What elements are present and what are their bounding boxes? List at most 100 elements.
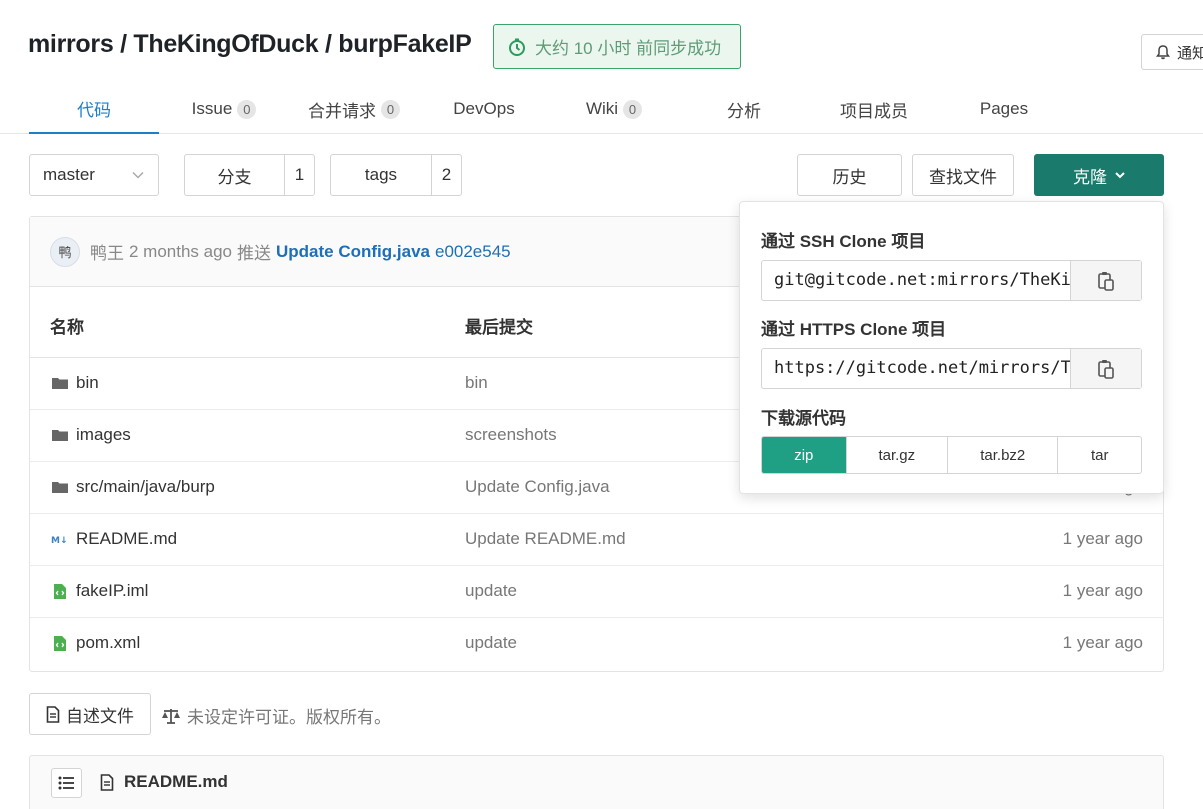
file-commit-message[interactable]: update [465, 633, 517, 653]
file-link[interactable]: fakeIP.iml [50, 581, 148, 601]
download-zip-button[interactable]: zip [762, 437, 847, 473]
https-url-group: https://gitcode.net/mirrors/TheKingOfDuc… [761, 348, 1142, 389]
file-link[interactable]: src/main/java/burp [50, 477, 215, 497]
clone-dropdown: 通过 SSH Clone 项目 git@gitcode.net:mirrors/… [739, 201, 1164, 494]
download-tar-button[interactable]: tar [1058, 437, 1141, 473]
readme-file-title: README.md [100, 772, 228, 792]
commit-message-link[interactable]: Update Config.java [276, 242, 430, 262]
https-clone-title: 通过 HTTPS Clone 项目 [761, 320, 947, 339]
tags-count: 2 [431, 155, 461, 195]
file-commit-time: 1 year ago [1062, 633, 1143, 652]
clone-button[interactable]: 克隆 [1034, 154, 1164, 196]
chevron-down-icon [132, 171, 144, 179]
tags-button[interactable]: tags 2 [330, 154, 462, 196]
tab-wiki[interactable]: Wiki 0 [564, 84, 664, 134]
readme-button-label: 自述文件 [66, 706, 134, 726]
readme-panel: README.md [29, 755, 1164, 809]
tab-label: Issue [191, 99, 233, 118]
branch-select[interactable]: master [29, 154, 159, 196]
file-link[interactable]: bin [50, 373, 99, 393]
tab-label: Pages [979, 99, 1029, 118]
file-commit-time: 1 year ago [1062, 529, 1143, 548]
bell-icon [1156, 45, 1170, 60]
tab-label: Wiki [585, 99, 619, 118]
file-name: src/main/java/burp [76, 477, 215, 496]
markdown-icon: M↓ [50, 530, 70, 548]
table-row[interactable]: fakeIP.iml update 1 year ago [30, 566, 1163, 618]
commit-author[interactable]: 鸭王 [90, 239, 124, 264]
tab-label: 分析 [727, 101, 761, 121]
license-info: 未设定许可证。版权所有。 [161, 703, 391, 728]
download-tarbz2-button[interactable]: tar.bz2 [948, 437, 1059, 473]
readme-button[interactable]: 自述文件 [29, 693, 151, 735]
file-commit-time: 1 year ago [1062, 581, 1143, 600]
file-link[interactable]: M↓ README.md [50, 529, 177, 549]
file-name: README.md [76, 529, 178, 548]
file-commit-message[interactable]: bin [465, 373, 488, 393]
list-icon [58, 776, 74, 790]
history-button[interactable]: 历史 [797, 154, 902, 196]
column-name-header: 名称 [50, 318, 84, 337]
commit-time: 2 months ago [129, 241, 233, 261]
tags-label: tags [364, 165, 398, 184]
sync-status-text: 大约 10 小时 前同步成功 [535, 39, 722, 58]
file-commit-message[interactable]: Update README.md [465, 529, 626, 549]
tab-label: 项目成员 [840, 101, 908, 121]
document-icon [46, 705, 60, 723]
clone-label: 克隆 [1073, 167, 1107, 187]
table-row[interactable]: M↓ README.md Update README.md 1 year ago [30, 514, 1163, 566]
tab-merge-requests[interactable]: 合并请求 0 [294, 84, 414, 134]
tab-members[interactable]: 项目成员 [814, 84, 934, 134]
chevron-down-icon [1115, 171, 1125, 178]
tab-devops[interactable]: DevOps [434, 84, 534, 134]
commit-sha-link[interactable]: e002e545 [435, 242, 511, 262]
toc-toggle-button[interactable] [51, 768, 82, 798]
copy-ssh-button[interactable] [1070, 261, 1141, 300]
clipboard-icon [1098, 359, 1114, 379]
file-link[interactable]: pom.xml [50, 633, 140, 653]
column-commit-header: 最后提交 [465, 318, 533, 337]
tab-analytics[interactable]: 分析 [694, 84, 794, 134]
find-file-button[interactable]: 查找文件 [912, 154, 1014, 196]
stopwatch-icon [509, 38, 525, 56]
file-commit-message[interactable]: Update Config.java [465, 477, 610, 497]
code-file-icon [50, 634, 70, 652]
file-commit-message[interactable]: update [465, 581, 517, 601]
ssh-clone-title: 通过 SSH Clone 项目 [761, 232, 926, 251]
branches-label: 分支 [217, 167, 252, 187]
folder-icon [50, 374, 70, 392]
code-file-icon [50, 582, 70, 600]
download-format-group: zip tar.gz tar.bz2 tar [761, 436, 1142, 474]
branches-button[interactable]: 分支 1 [184, 154, 315, 196]
clipboard-icon [1098, 271, 1114, 291]
repo-tabs: 代码 Issue 0 合并请求 0 DevOps Wiki 0 分析 项目成员 … [0, 84, 1203, 134]
tab-pages[interactable]: Pages [954, 84, 1054, 134]
license-text: 未设定许可证。版权所有。 [187, 708, 391, 727]
https-url-input[interactable]: https://gitcode.net/mirrors/TheKingOfDuc… [762, 349, 1070, 388]
tab-label: 合并请求 [308, 101, 376, 121]
tab-issue[interactable]: Issue 0 [174, 84, 274, 134]
notification-button[interactable]: 通知 [1141, 34, 1203, 70]
download-targz-button[interactable]: tar.gz [847, 437, 949, 473]
count-badge: 0 [623, 99, 643, 119]
ssh-url-input[interactable]: git@gitcode.net:mirrors/TheKingOfDuck/bu… [762, 261, 1070, 300]
file-commit-message[interactable]: screenshots [465, 425, 557, 445]
tab-code[interactable]: 代码 [29, 84, 159, 134]
download-title: 下载源代码 [761, 409, 846, 428]
folder-icon [50, 426, 70, 444]
file-link[interactable]: images [50, 425, 131, 445]
commit-action: 推送 [237, 244, 272, 263]
tab-label: 代码 [77, 100, 111, 120]
notification-label: 通知 [1177, 44, 1203, 62]
readme-file-name: README.md [124, 772, 228, 791]
file-name: pom.xml [76, 633, 141, 652]
table-row[interactable]: pom.xml update 1 year ago [30, 618, 1163, 670]
repo-path[interactable]: mirrors / TheKingOfDuck / burpFakeIP [28, 30, 472, 59]
branch-name: master [43, 165, 95, 184]
copy-https-button[interactable] [1070, 349, 1141, 388]
tab-label: DevOps [453, 99, 515, 118]
ssh-url-group: git@gitcode.net:mirrors/TheKingOfDuck/bu… [761, 260, 1142, 301]
folder-icon [50, 478, 70, 496]
avatar[interactable]: 鸭 [50, 236, 80, 267]
file-name: fakeIP.iml [76, 581, 149, 600]
